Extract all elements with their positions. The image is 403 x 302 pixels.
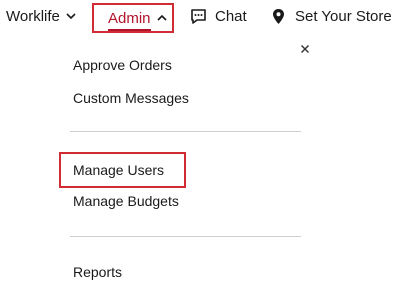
chevron-down-icon — [66, 13, 76, 20]
page: Worklife Admin Chat Set Your Store Appro… — [0, 0, 403, 302]
menu-item-approve-orders[interactable]: Approve Orders — [73, 57, 172, 73]
menu-item-custom-messages[interactable]: Custom Messages — [73, 90, 189, 106]
menu-divider — [70, 131, 301, 132]
nav-chat-label: Chat — [215, 7, 247, 25]
location-pin-icon — [273, 8, 284, 24]
menu-divider — [70, 236, 301, 237]
menu-item-manage-users-label: Manage Users — [73, 162, 165, 178]
nav-admin-label: Admin — [108, 9, 151, 31]
nav-worklife[interactable]: Worklife — [6, 5, 78, 27]
nav-store-label: Set Your Store — [295, 7, 392, 25]
close-icon[interactable] — [298, 42, 312, 56]
chat-icon — [191, 8, 206, 24]
chevron-up-icon — [156, 14, 167, 21]
nav-worklife-label: Worklife — [6, 7, 60, 25]
nav-admin[interactable]: Admin — [92, 3, 174, 33]
nav-set-your-store[interactable]: Set Your Store — [270, 5, 392, 27]
menu-item-reports[interactable]: Reports — [73, 264, 122, 280]
menu-item-manage-users[interactable]: Manage Users — [59, 152, 186, 188]
menu-item-manage-budgets[interactable]: Manage Budgets — [73, 193, 179, 209]
nav-chat[interactable]: Chat — [190, 5, 247, 27]
